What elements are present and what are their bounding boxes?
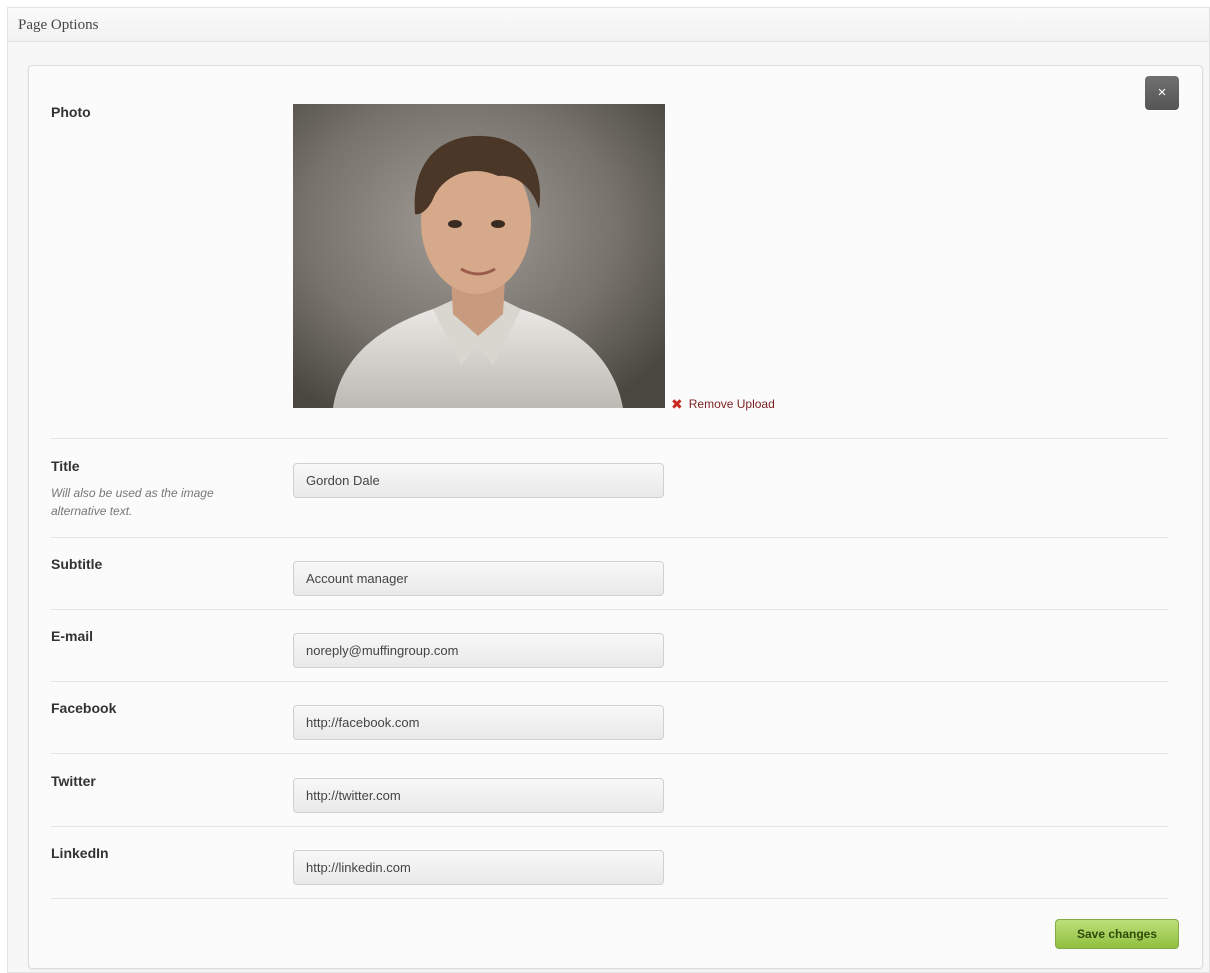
twitter-label: Twitter <box>51 773 96 789</box>
title-description: Will also be used as the image alternati… <box>51 486 214 518</box>
facebook-label: Facebook <box>51 700 117 716</box>
subtitle-input[interactable] <box>293 561 664 596</box>
photo-label: Photo <box>51 104 91 120</box>
email-row: E-mail <box>51 628 1168 682</box>
page-options-header: Page Options <box>8 8 1209 42</box>
title-label: Title <box>51 458 80 474</box>
subtitle-row: Subtitle <box>51 556 1168 610</box>
remove-upload-link[interactable]: ✖ Remove Upload <box>671 397 775 411</box>
email-label: E-mail <box>51 628 94 644</box>
remove-x-icon: ✖ <box>671 396 683 412</box>
title-row: Title Will also be used as the image alt… <box>51 458 1168 538</box>
twitter-row: Twitter <box>51 773 1168 827</box>
facebook-input[interactable] <box>293 705 664 740</box>
title-input[interactable] <box>293 463 664 498</box>
linkedin-label: LinkedIn <box>51 845 109 861</box>
twitter-input[interactable] <box>293 778 664 813</box>
email-input[interactable] <box>293 633 664 668</box>
uploaded-photo <box>293 104 665 408</box>
portrait-image <box>293 104 665 408</box>
save-changes-button[interactable]: Save changes <box>1055 919 1179 949</box>
item-edit-panel: × Photo ✖ Remove Upload Title Will also … <box>28 65 1203 969</box>
facebook-row: Facebook <box>51 700 1168 754</box>
linkedin-row: LinkedIn <box>51 845 1168 899</box>
page-options-box: Page Options × Photo ✖ Remove Upload Tit… <box>7 7 1210 973</box>
subtitle-label: Subtitle <box>51 556 103 572</box>
remove-upload-label: Remove Upload <box>688 397 775 411</box>
linkedin-input[interactable] <box>293 850 664 885</box>
